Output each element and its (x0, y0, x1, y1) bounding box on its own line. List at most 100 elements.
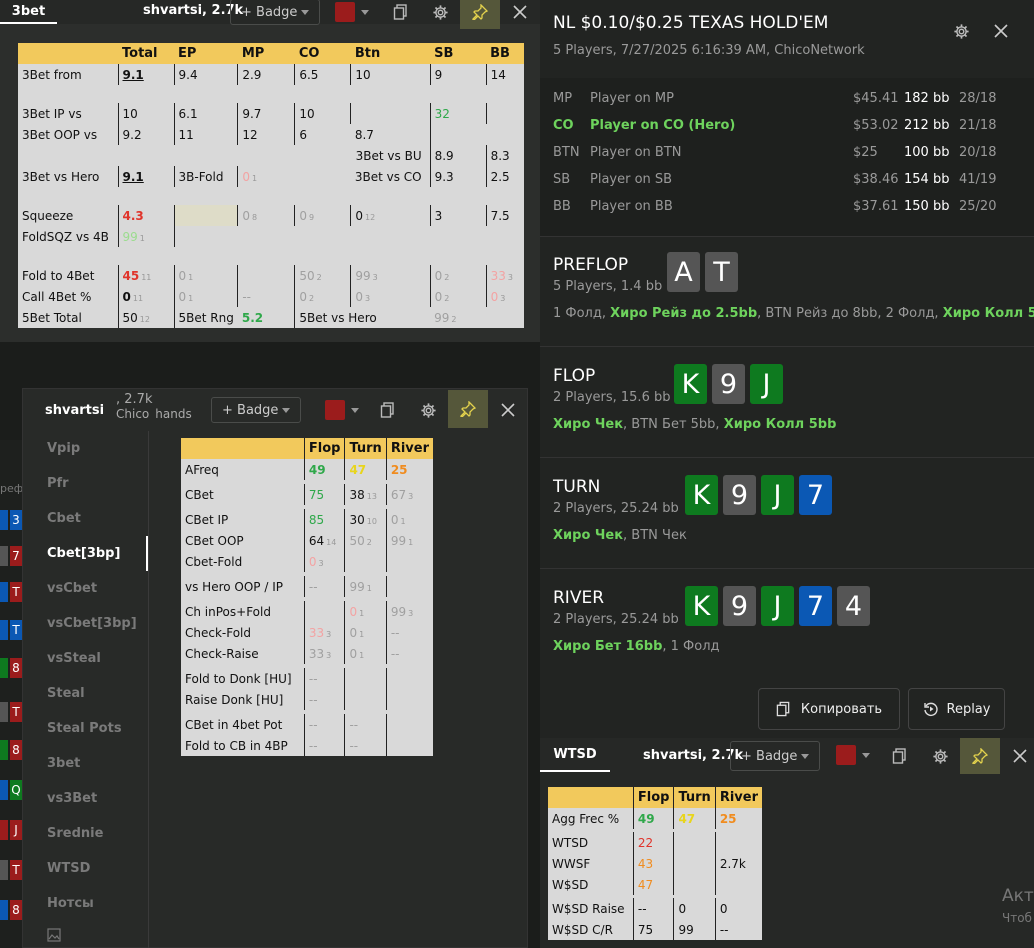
sidebar-item-steal[interactable]: Steal (23, 676, 148, 711)
street-actions: Хиро Чек, BTN Бет 5bb, Хиро Колл 5bb (553, 417, 837, 432)
pin-icon[interactable] (460, 0, 500, 29)
gear-icon[interactable] (413, 395, 443, 425)
pin-icon[interactable] (448, 390, 488, 428)
street-subtitle: 5 Players, 1.4 bb (553, 279, 663, 294)
card: A (667, 252, 700, 292)
color-picker[interactable] (325, 400, 359, 420)
street-subtitle: 2 Players, 25.24 bb (553, 612, 679, 627)
sidebar-item-pfr[interactable]: Pfr (23, 466, 148, 501)
col-ep: EP (174, 43, 238, 64)
badge-dropdown[interactable]: + Badge (730, 741, 821, 771)
board-cards: K 9 J 7 (685, 475, 832, 515)
tab-wtsd-label: WTSD (553, 746, 597, 762)
table-row: CBet in 4bet Pot -- -- (181, 714, 433, 735)
chevron-down-icon (282, 407, 291, 413)
table-row: CBet OOP 64 14 50 2 99 1 (181, 530, 433, 551)
table-row: WTSD 22 (548, 832, 762, 853)
board-cards: K 9 J (674, 364, 783, 404)
copy-icon[interactable] (386, 0, 416, 27)
table-header-row: Flop Turn River (548, 787, 762, 808)
close-icon[interactable] (1005, 741, 1034, 771)
badge-dropdown[interactable]: + Badge (211, 397, 302, 423)
hand-subtitle: 5 Players, 7/27/2025 6:16:39 AM, ChicoNe… (553, 43, 865, 58)
close-icon[interactable] (505, 0, 535, 27)
col-flop: Flop (303, 438, 345, 459)
gear-icon[interactable] (925, 741, 955, 771)
table-row: FoldSQZ vs 4B 99 1 (18, 226, 524, 247)
background-table-strip: реф 3 7 T T 8 T 8 Q J T 8 (0, 440, 23, 948)
table-row: Agg Frec % 49 47 25 (548, 808, 762, 829)
street-subtitle: 2 Players, 15.6 bb (553, 390, 671, 405)
username: shvartsi, 2.7k (643, 748, 744, 763)
copy-icon[interactable] (373, 395, 403, 425)
table-row: Call 4Bet % 0 11 01 -- 02 03 02 03 (18, 286, 524, 307)
col-turn: Turn (344, 438, 387, 459)
sidebar-item-cbet[interactable]: Cbet (23, 501, 148, 536)
street-title: FLOP (553, 366, 596, 386)
sidebar-item-steal-pots[interactable]: Steal Pots (23, 711, 148, 746)
wtsd-hud-panel: WTSD shvartsi, 2.7k + Badge Flop Turn Rive… (540, 738, 1034, 948)
badge-dropdown[interactable]: + Badge (230, 0, 321, 25)
gear-icon[interactable] (946, 16, 976, 46)
gear-icon[interactable] (425, 0, 455, 27)
copy-icon[interactable] (885, 741, 915, 771)
hole-cards: A T (667, 252, 738, 292)
table-row: Raise Donk [HU] -- (181, 689, 433, 710)
tab-wtsd[interactable]: WTSD (540, 738, 610, 772)
card: 9 (723, 475, 756, 515)
close-icon[interactable] (986, 16, 1016, 46)
sidebar-item-3bet[interactable]: 3bet (23, 746, 148, 781)
hud-sidebar: Vpip Pfr Cbet Cbet[3bp] vsCbet vsCbet[3b… (23, 431, 149, 948)
street-actions: 1 Фолд, Хиро Рейз до 2.5bb, BTN Рейз до … (553, 306, 1034, 321)
sidebar-item-vs3bet[interactable]: vs3Bet (23, 781, 148, 816)
sidebar-item-vscbet[interactable]: vsCbet (23, 571, 148, 606)
copy-button[interactable]: Копировать (758, 688, 900, 730)
table-row: CBet 75 38 13 67 3 (181, 484, 433, 505)
col-river: River (385, 438, 433, 459)
sidebar-item-srednie[interactable]: Srednie (23, 816, 148, 851)
table-row: W$SD Raise -- 0 0 (548, 898, 762, 919)
badge-label: + Badge (222, 402, 279, 418)
sidebar-item-vpip[interactable]: Vpip (23, 431, 148, 466)
card: K (685, 475, 718, 515)
sidebar-item-cbet-3bp[interactable]: Cbet[3bp] (23, 536, 148, 571)
col-river: River (714, 787, 762, 808)
tab-3bet[interactable]: 3bet (0, 0, 57, 24)
cbet-stats-table: Flop Turn River AFreq 49 47 25 CBet 75 38 13 67… (181, 438, 433, 756)
table-row: 3Bet from 9.1 9.4 2.9 6.5 10 9 14 (18, 64, 524, 85)
card: 9 (712, 364, 745, 404)
sidebar-item-vscbet-3bp[interactable]: vsCbet[3bp] (23, 606, 148, 641)
player-row: BB Player on BB $37.61 150 bb 25/20 (553, 199, 997, 214)
sidebar-item-notes[interactable]: Нотсы (23, 886, 148, 921)
color-picker[interactable] (335, 2, 369, 22)
wtsd-stats-table: Flop Turn River Agg Frec % 49 47 25 WTSD 22 WW… (548, 787, 762, 940)
table-row: 3Bet OOP vs 9.2 11 12 6 8.7 (18, 124, 524, 145)
close-icon[interactable] (493, 395, 523, 425)
street-actions: Хиро Бет 16bb, 1 Фолд (553, 639, 720, 654)
col-sb: SB (430, 43, 487, 64)
pin-icon[interactable] (960, 738, 1000, 774)
player-row: MP Player on MP $45.41 182 bb 28/18 (553, 91, 997, 106)
three-bet-stats-table: Total EP MP CO Btn SB BB 3Bet from 9.1 9… (18, 43, 524, 328)
table-row: WWSF 43 2.7k (548, 853, 762, 874)
image-icon[interactable] (23, 921, 148, 948)
card: 7 (799, 586, 832, 626)
table-row: Check-Fold 33 3 0 1 -- (181, 622, 433, 643)
color-picker[interactable] (836, 745, 870, 765)
table-row: W$SD C/R 75 99 -- (548, 919, 762, 940)
player-row-hero: CO Player on CO (Hero) $53.02 212 bb 21/… (553, 118, 997, 133)
table-row: Fold to Donk [HU] -- (181, 668, 433, 689)
player-row: BTN Player on BTN $25 100 bb 20/18 (553, 145, 997, 160)
street-river: RIVER 2 Players, 25.24 bb K 9 J 7 4 Хиро… (540, 568, 1034, 738)
replay-button[interactable]: Replay (908, 688, 1005, 730)
sidebar-item-wtsd[interactable]: WTSD (23, 851, 148, 886)
col-bb: BB (486, 43, 524, 64)
chevron-down-icon (351, 407, 359, 413)
table-row: 3Bet IP vs 10 6.1 9.7 10 32 (18, 103, 524, 124)
card: J (761, 586, 794, 626)
sidebar-item-vssteal[interactable]: vsSteal (23, 641, 148, 676)
tab-3bet-label: 3bet (11, 3, 46, 19)
card: K (685, 586, 718, 626)
player-row: SB Player on SB $38.46 154 bb 41/19 (553, 172, 997, 187)
card: K (674, 364, 707, 404)
